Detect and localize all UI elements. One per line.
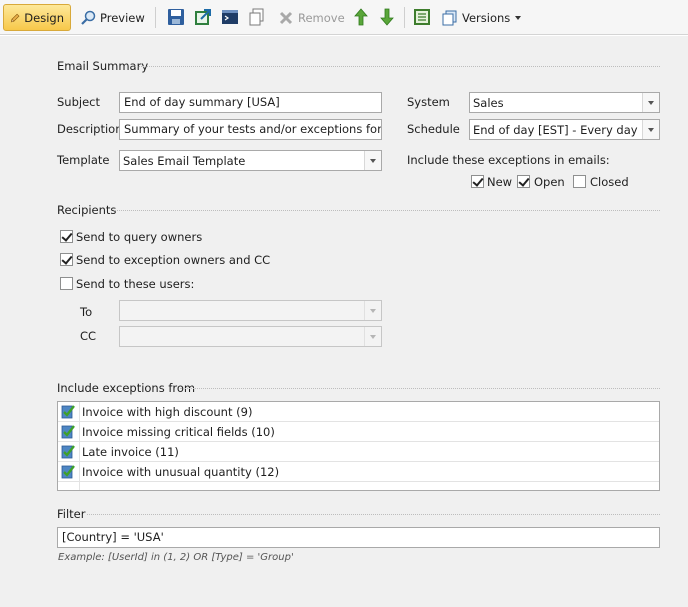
group-divider [180, 388, 660, 389]
subject-input[interactable]: End of day summary [USA] [119, 92, 382, 113]
versions-icon [442, 10, 457, 25]
description-label: Description [57, 122, 123, 136]
status-new-label: New [487, 175, 513, 189]
status-open-checkbox[interactable] [517, 175, 530, 188]
status-closed-checkbox[interactable] [573, 175, 586, 188]
export-icon[interactable] [194, 8, 212, 26]
description-input[interactable]: Summary of your tests and/or exceptions … [119, 119, 382, 140]
move-up-icon[interactable] [352, 8, 370, 26]
filter-input[interactable]: [Country] = 'USA' [57, 527, 660, 548]
preview-button[interactable]: Preview [74, 4, 151, 31]
toolbar-separator [404, 7, 405, 28]
list-item[interactable]: Invoice missing critical fields (10) [58, 422, 659, 442]
chevron-down-icon [515, 15, 522, 20]
status-closed-label: Closed [590, 175, 629, 189]
list-icon[interactable] [413, 8, 431, 26]
recipients-title: Recipients [57, 203, 117, 217]
toolbar-separator [155, 7, 156, 28]
preview-label: Preview [100, 10, 145, 25]
remove-label: Remove [298, 10, 345, 25]
exception-name: Invoice with unusual quantity (12) [82, 465, 280, 479]
template-value: Sales Email Template [123, 154, 246, 168]
exception-name: Late invoice (11) [82, 445, 179, 459]
row-divider [79, 442, 80, 462]
filter-title: Filter [57, 507, 86, 521]
schedule-select[interactable]: End of day [EST] - Every day a... [469, 119, 660, 140]
row-divider [79, 402, 80, 422]
dropdown-arrow-icon[interactable] [364, 301, 381, 320]
console-icon[interactable] [221, 8, 239, 26]
status-open-label: Open [534, 175, 565, 189]
check-icon [61, 425, 75, 439]
magnifier-icon [81, 10, 96, 25]
dropdown-arrow-icon[interactable] [642, 93, 659, 112]
to-label: To [80, 305, 93, 319]
list-item[interactable]: Invoice with high discount (9) [58, 402, 659, 422]
to-select[interactable] [119, 300, 382, 321]
copy-icon[interactable] [248, 8, 266, 26]
exception-owners-label: Send to exception owners and CC [76, 253, 271, 267]
filter-example-hint: Example: [UserId] in (1, 2) OR [Type] = … [58, 552, 294, 563]
check-icon [61, 405, 75, 419]
template-label: Template [57, 153, 110, 167]
exceptions-list[interactable]: Invoice with high discount (9) Invoice m… [57, 401, 660, 491]
template-select[interactable]: Sales Email Template [119, 150, 382, 171]
move-down-icon[interactable] [378, 8, 396, 26]
cc-label: CC [80, 329, 97, 343]
row-divider [79, 422, 80, 442]
toolbar: Design Preview Remove Versions [0, 0, 688, 35]
group-divider [114, 210, 660, 211]
dropdown-arrow-icon[interactable] [364, 151, 381, 170]
query-owners-checkbox[interactable] [60, 230, 73, 243]
schedule-label: Schedule [407, 122, 460, 136]
exception-name: Invoice missing critical fields (10) [82, 425, 275, 439]
group-divider [135, 66, 660, 67]
system-select[interactable]: Sales [469, 92, 660, 113]
design-label: Design [24, 10, 64, 25]
exception-owners-checkbox[interactable] [60, 253, 73, 266]
dropdown-arrow-icon[interactable] [364, 327, 381, 346]
status-new-checkbox[interactable] [471, 175, 484, 188]
dropdown-arrow-icon[interactable] [642, 120, 659, 139]
row-divider [79, 482, 80, 490]
system-label: System [407, 95, 450, 109]
include-exceptions-label: Include these exceptions in emails: [407, 153, 610, 167]
delete-x-icon [279, 11, 293, 24]
save-icon[interactable] [167, 8, 185, 26]
check-icon [61, 465, 75, 479]
remove-button[interactable]: Remove [272, 4, 351, 31]
group-divider [87, 514, 660, 515]
check-icon [61, 445, 75, 459]
these-users-label: Send to these users: [76, 277, 195, 291]
design-button[interactable]: Design [3, 4, 71, 31]
pencil-icon [10, 13, 20, 22]
versions-dropdown[interactable]: Versions [436, 4, 527, 31]
these-users-checkbox[interactable] [60, 277, 73, 290]
row-divider [79, 462, 80, 482]
cc-select[interactable] [119, 326, 382, 347]
list-item[interactable]: Invoice with unusual quantity (12) [58, 462, 659, 482]
versions-label: Versions [462, 10, 511, 25]
exception-name: Invoice with high discount (9) [82, 405, 253, 419]
include-exceptions-title: Include exceptions from [57, 381, 196, 395]
subject-label: Subject [57, 95, 100, 109]
list-item[interactable]: Late invoice (11) [58, 442, 659, 462]
schedule-value: End of day [EST] - Every day a... [473, 123, 639, 137]
query-owners-label: Send to query owners [76, 230, 203, 244]
system-value: Sales [473, 96, 504, 110]
